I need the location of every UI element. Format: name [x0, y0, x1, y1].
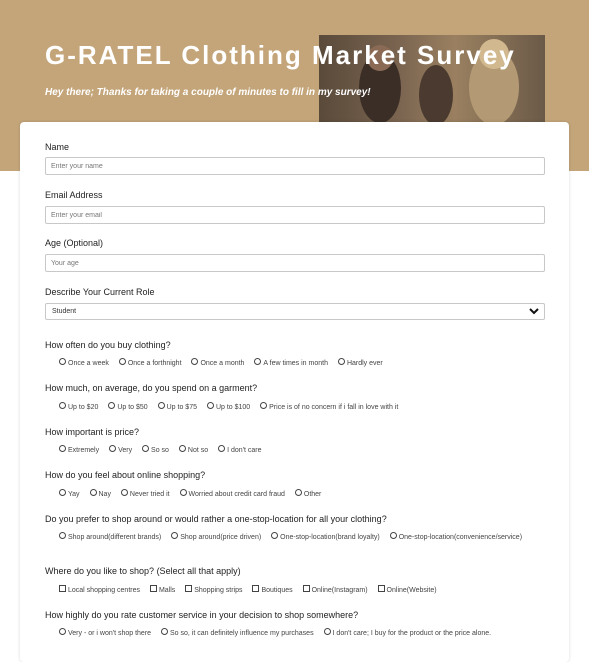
radio-option[interactable]: So so, it can definitely influence my pu… [161, 628, 314, 637]
radio-button[interactable] [59, 532, 66, 539]
age-input[interactable] [45, 254, 545, 272]
radio-button[interactable] [323, 628, 331, 635]
checkbox[interactable] [302, 585, 310, 592]
radio-option[interactable]: Very - or i won't shop there [59, 628, 151, 637]
radio-button[interactable] [120, 489, 128, 496]
radio-option[interactable]: Once a week [59, 358, 109, 367]
checkbox[interactable] [149, 585, 157, 592]
radio-option[interactable]: A few times in month [254, 358, 328, 367]
checkbox[interactable] [252, 585, 260, 592]
radio-option[interactable]: Yay [59, 489, 80, 498]
radio-option[interactable]: Very [109, 445, 132, 454]
radio-option[interactable]: One-stop-location(brand loyalty) [271, 532, 380, 541]
radio-option[interactable]: Once a forthnight [118, 358, 182, 367]
radio-button[interactable] [142, 445, 150, 452]
radio-option[interactable]: Up to $50 [108, 402, 148, 411]
radio-option[interactable]: Hardly ever [337, 358, 383, 367]
radio-button[interactable] [179, 489, 187, 496]
question-spend: How much, on average, do you spend on a … [45, 383, 258, 393]
radio-button[interactable] [89, 489, 97, 496]
radio-button[interactable] [191, 358, 199, 365]
question-customer-service: How highly do you rate customer service … [45, 610, 359, 620]
radio-button[interactable] [337, 358, 345, 365]
checkbox-option[interactable]: Malls [149, 585, 175, 594]
checkbox-option[interactable]: Shopping strips [185, 585, 243, 594]
chevron-down-icon [529, 308, 539, 315]
name-input[interactable] [45, 157, 545, 175]
options-customer-service: Very - or i won't shop there So so, it c… [45, 628, 550, 638]
radio-button[interactable] [59, 358, 66, 365]
options-shop-location: Local shopping centres Malls Shopping st… [59, 585, 549, 595]
question-shop-location: Where do you like to shop? (Select all t… [45, 566, 241, 576]
radio-button[interactable] [254, 358, 262, 365]
radio-option[interactable]: Once a month [191, 358, 244, 367]
checkbox-option[interactable]: Local shopping centres [59, 585, 140, 594]
options-price-importance: Extremely Very So so Not so I don't care [59, 445, 549, 455]
radio-button[interactable] [206, 402, 214, 409]
radio-option[interactable]: One-stop-location(convenience/service) [389, 532, 522, 541]
survey-title: G-RATEL Clothing Market Survey [45, 40, 516, 70]
radio-button[interactable] [178, 445, 186, 452]
question-online-shopping: How do you feel about online shopping? [45, 470, 206, 480]
radio-button[interactable] [108, 402, 116, 409]
role-select[interactable]: Student [45, 303, 545, 320]
email-input[interactable] [45, 206, 545, 224]
radio-button[interactable] [59, 489, 66, 496]
radio-option[interactable]: Shop around(price driven) [171, 532, 261, 541]
radio-button[interactable] [271, 532, 279, 539]
radio-option[interactable]: Nay [89, 489, 111, 498]
checkbox-option[interactable]: Online(Website) [377, 585, 437, 594]
radio-option[interactable]: Worried about credit card fraud [179, 489, 285, 498]
radio-button[interactable] [294, 489, 302, 496]
survey-subtitle: Hey there; Thanks for taking a couple of… [45, 87, 371, 98]
radio-button[interactable] [109, 445, 117, 452]
radio-button[interactable] [171, 532, 179, 539]
question-price-importance: How important is price? [45, 427, 140, 437]
options-online-shopping: Yay Nay Never tried it Worried about cre… [59, 489, 549, 499]
options-spend: Up to $20 Up to $50 Up to $75 Up to $100… [59, 402, 549, 412]
question-frequency: How often do you buy clothing? [45, 340, 171, 350]
options-frequency: Once a week Once a forthnight Once a mon… [59, 358, 549, 368]
radio-button[interactable] [59, 445, 66, 452]
radio-option[interactable]: Other [294, 489, 321, 498]
checkbox-option[interactable]: Online(Instagram) [302, 585, 368, 594]
radio-button[interactable] [389, 532, 397, 539]
radio-button[interactable] [218, 445, 226, 452]
radio-option[interactable]: Extremely [59, 445, 99, 454]
options-shop-preference: Shop around(different brands) Shop aroun… [45, 532, 550, 542]
radio-button[interactable] [118, 358, 126, 365]
role-label: Describe Your Current Role [45, 287, 155, 297]
checkbox[interactable] [185, 585, 193, 592]
radio-option[interactable]: I don't care; I buy for the product or t… [323, 628, 491, 637]
radio-option[interactable]: Up to $100 [206, 402, 250, 411]
radio-option[interactable]: Up to $20 [59, 402, 98, 411]
radio-button[interactable] [59, 402, 66, 409]
radio-button[interactable] [161, 628, 168, 635]
radio-option[interactable]: Price is of no concern if i fall in love… [260, 402, 398, 411]
checkbox-option[interactable]: Boutiques [252, 585, 293, 594]
checkbox[interactable] [377, 585, 385, 592]
checkbox[interactable] [59, 585, 66, 592]
radio-button[interactable] [260, 402, 268, 409]
radio-button[interactable] [157, 402, 165, 409]
age-label: Age (Optional) [45, 238, 104, 248]
radio-option[interactable]: Shop around(different brands) [59, 532, 161, 541]
radio-option[interactable]: Up to $75 [157, 402, 197, 411]
role-select-value: Student [52, 308, 77, 315]
radio-option[interactable]: Never tried it [120, 489, 170, 498]
name-label: Name [45, 142, 70, 152]
email-label: Email Address [45, 190, 103, 200]
radio-option[interactable]: I don't care [218, 445, 262, 454]
radio-option[interactable]: So so [142, 445, 169, 454]
radio-button[interactable] [59, 628, 66, 635]
question-shop-preference: Do you prefer to shop around or would ra… [45, 514, 387, 524]
radio-option[interactable]: Not so [178, 445, 208, 454]
